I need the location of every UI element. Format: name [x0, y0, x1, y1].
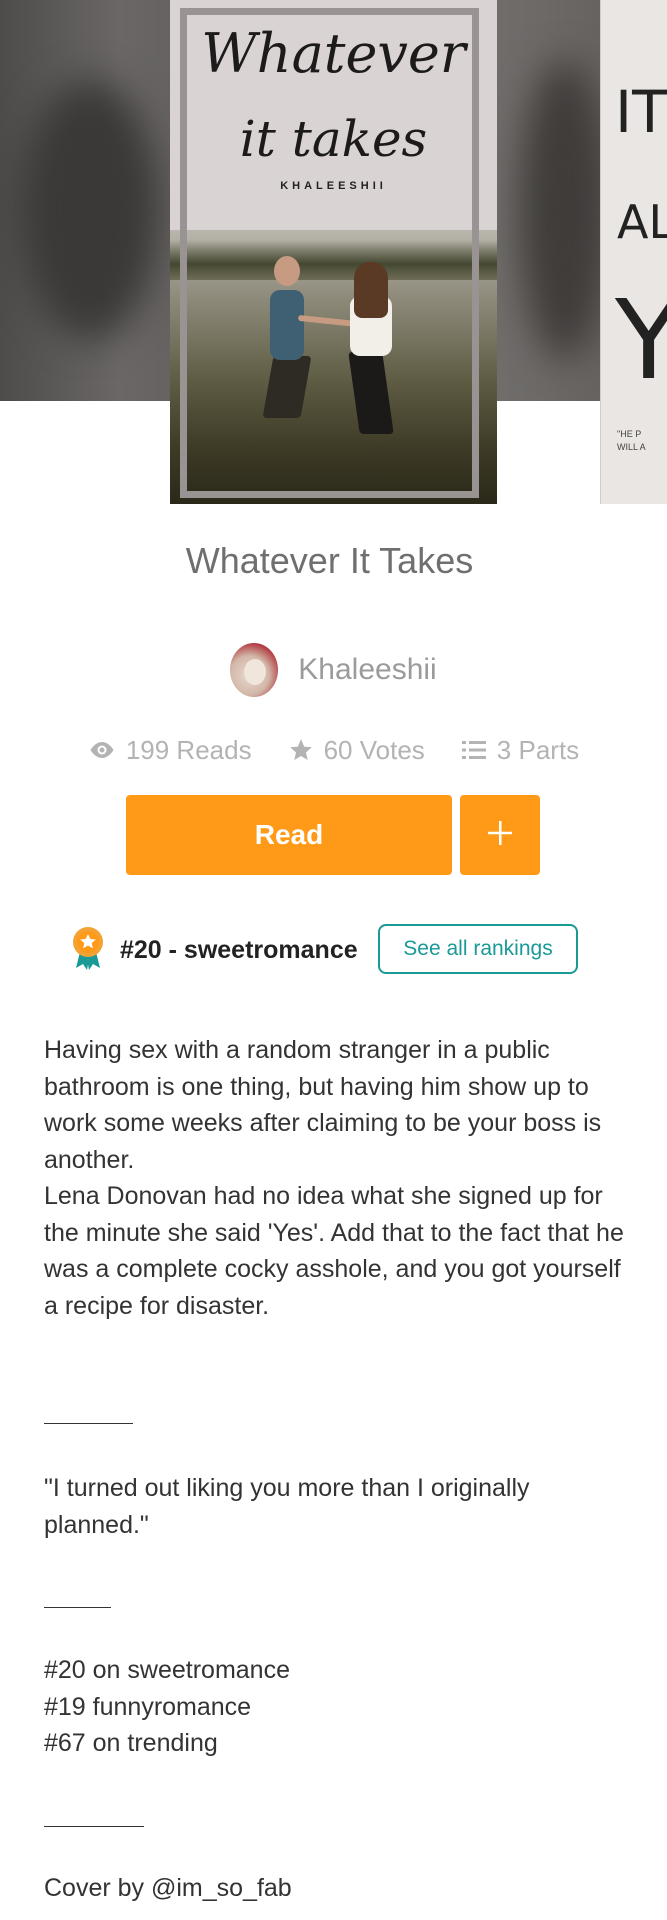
- ranking-row: #20 - sweetromance: [70, 925, 358, 975]
- votes-count: 60 Votes: [323, 734, 425, 765]
- votes-stat: 60 Votes: [288, 735, 425, 766]
- next-cover-text: AL: [617, 195, 667, 249]
- author-row[interactable]: Khaleeshii: [0, 643, 667, 697]
- story-title: Whatever It Takes: [185, 540, 474, 581]
- next-cover-text: "HE P WILL A: [617, 429, 646, 452]
- author-name[interactable]: Khaleeshii: [298, 653, 436, 687]
- divider: [44, 1423, 133, 1424]
- ranking-text: #20 - sweetromance: [120, 935, 358, 964]
- reads-count: 199 Reads: [125, 734, 252, 765]
- story-stats: 199 Reads 60 Votes 3 Parts: [0, 733, 667, 767]
- read-button[interactable]: Read: [126, 795, 452, 875]
- background-blur-shape: [20, 80, 160, 340]
- parts-stat: 3 Parts: [461, 735, 579, 766]
- rank-line: #67 on trending: [44, 1729, 218, 1757]
- eye-icon: [88, 740, 116, 760]
- rank-line: #19 funnyromance: [44, 1692, 252, 1721]
- story-quote: "I turned out liking you more than I ori…: [44, 1470, 634, 1543]
- description-paragraph: Lena Donovan had no idea what she signed…: [44, 1182, 624, 1320]
- parts-count: 3 Parts: [496, 734, 580, 765]
- divider: [44, 1607, 111, 1608]
- story-rankings-list: #20 on sweetromance #19 funnyromance #67…: [44, 1652, 634, 1762]
- cover-title-line2: it takes: [239, 110, 428, 168]
- next-cover-text: Y(: [615, 285, 667, 395]
- see-all-rankings-button[interactable]: See all rankings: [378, 924, 578, 974]
- star-icon: [288, 737, 314, 763]
- plus-icon: [487, 820, 513, 851]
- cover-credit: Cover by @im_so_fab: [44, 1870, 634, 1907]
- story-description: Having sex with a random stranger in a p…: [44, 1032, 634, 1324]
- background-blur-shape: [520, 60, 610, 360]
- cover-title-line1: Whatever: [201, 22, 466, 85]
- description-quote: "I turned out liking you more than I ori…: [44, 1474, 530, 1539]
- description-paragraph: Having sex with a random stranger in a p…: [44, 1036, 602, 1174]
- avatar-face: [244, 659, 267, 685]
- rank-line: #20 on sweetromance: [44, 1656, 290, 1684]
- credit-line: Cover by @im_so_fab: [44, 1874, 292, 1902]
- add-to-library-button[interactable]: [460, 795, 540, 875]
- avatar[interactable]: [230, 643, 279, 697]
- story-cover[interactable]: Whatever it takes KHALEESHII: [170, 0, 497, 504]
- reads-stat: 199 Reads: [88, 735, 252, 766]
- next-cover-text: IT: [615, 78, 667, 146]
- list-icon: [461, 739, 487, 761]
- cover-author: KHALEESHII: [280, 180, 387, 192]
- divider: [44, 1826, 144, 1827]
- next-story-cover[interactable]: IT AL Y( "HE P WILL A: [600, 0, 667, 504]
- award-medal-icon: [70, 926, 106, 975]
